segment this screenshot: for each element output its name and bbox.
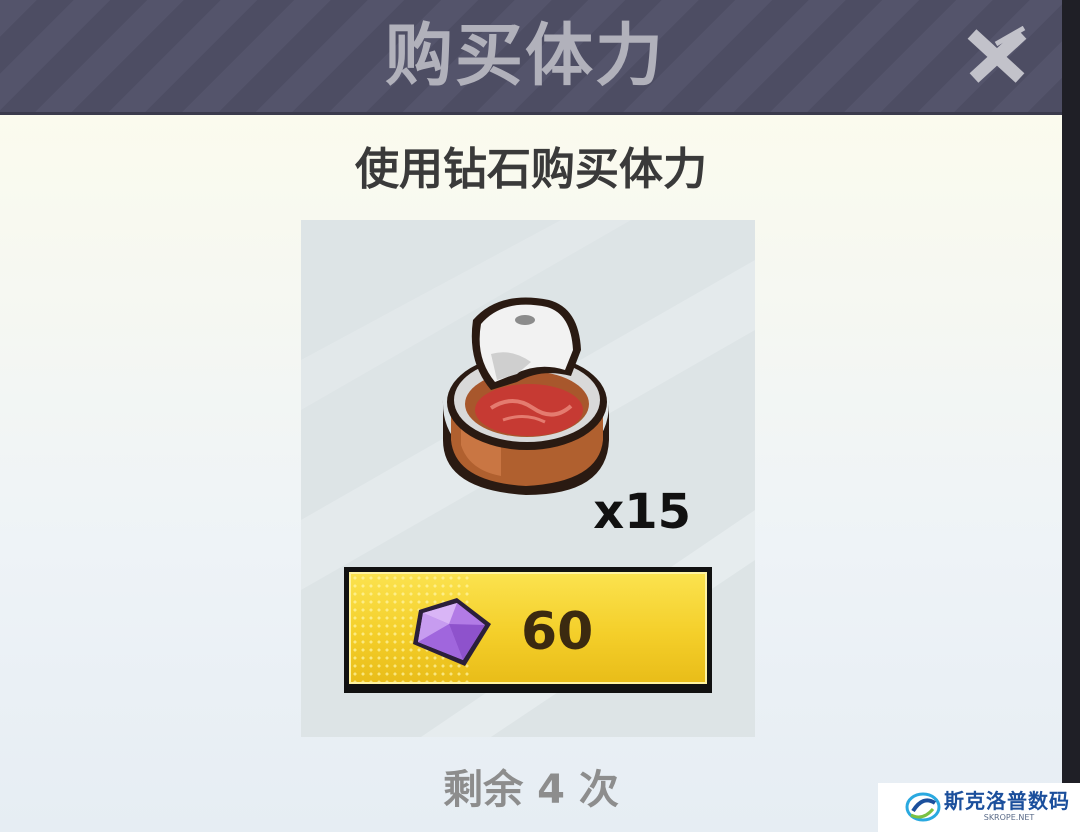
dialog-title: 购买体力	[384, 17, 665, 96]
item-card: x15 60	[301, 220, 755, 737]
dialog-subtitle: 使用钻石购买体力	[355, 144, 707, 195]
watermark: 斯克洛普数码 SKROPE.NET	[878, 783, 1080, 832]
dialog-header: 购买体力	[0, 0, 1062, 115]
close-icon	[967, 25, 1027, 83]
watermark-logo-icon	[905, 792, 941, 822]
price-button-face: 60	[349, 572, 707, 684]
window-frame	[1062, 0, 1080, 832]
watermark-name: 斯克洛普数码	[944, 789, 1070, 813]
canned-meat-icon	[442, 297, 610, 495]
close-button[interactable]	[962, 25, 1032, 88]
item-quantity: x15	[593, 484, 691, 540]
price-value: 60	[521, 602, 594, 662]
watermark-site: SKROPE.NET	[983, 813, 1035, 822]
buy-with-diamonds-button[interactable]: 60	[344, 567, 712, 693]
diamond-icon	[413, 598, 491, 666]
